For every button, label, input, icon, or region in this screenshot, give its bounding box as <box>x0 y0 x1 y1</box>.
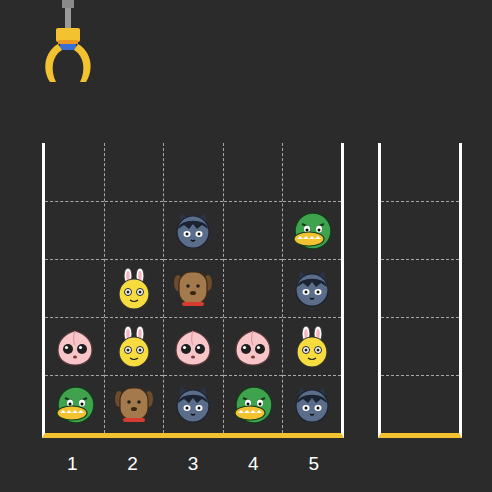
muzi-icon <box>112 325 156 369</box>
column-label: 2 <box>102 452 162 476</box>
slot <box>381 317 459 375</box>
main-bin <box>42 143 344 438</box>
neo-icon <box>171 209 215 253</box>
side-bin[interactable] <box>378 143 462 438</box>
slot <box>45 317 104 375</box>
slot <box>164 375 222 433</box>
character[interactable] <box>112 325 156 369</box>
slot <box>45 201 104 259</box>
apeach-icon <box>53 325 97 369</box>
muzi-icon <box>290 325 334 369</box>
slot <box>381 259 459 317</box>
slot <box>224 201 282 259</box>
character[interactable] <box>171 325 215 369</box>
slot <box>283 143 341 201</box>
character[interactable] <box>290 383 334 427</box>
slot <box>381 201 459 259</box>
slot <box>224 317 282 375</box>
bin-column[interactable] <box>45 143 104 433</box>
column-label: 3 <box>163 452 223 476</box>
slot <box>164 201 222 259</box>
frodo-icon <box>171 267 215 311</box>
neo-icon <box>171 383 215 427</box>
slot <box>381 375 459 433</box>
column-label: 4 <box>223 452 283 476</box>
column-label: 1 <box>42 452 102 476</box>
bin-column[interactable] <box>104 143 163 433</box>
claw-icon[interactable] <box>38 0 98 100</box>
slot <box>45 259 104 317</box>
slot <box>105 143 163 201</box>
bin-column[interactable] <box>223 143 282 433</box>
slot <box>105 259 163 317</box>
character[interactable] <box>290 267 334 311</box>
character[interactable] <box>171 267 215 311</box>
character[interactable] <box>53 325 97 369</box>
slot <box>381 143 459 201</box>
slot <box>45 375 104 433</box>
neo-icon <box>290 383 334 427</box>
slot <box>224 259 282 317</box>
slot <box>105 375 163 433</box>
character[interactable] <box>112 383 156 427</box>
muzi-icon <box>112 267 156 311</box>
character[interactable] <box>231 325 275 369</box>
slot <box>283 259 341 317</box>
slot <box>164 259 222 317</box>
character[interactable] <box>112 267 156 311</box>
neo-icon <box>290 267 334 311</box>
apeach-icon <box>171 325 215 369</box>
play-area: 12345 <box>0 143 492 476</box>
claw-area <box>0 0 492 143</box>
character[interactable] <box>171 209 215 253</box>
frodo-icon <box>112 383 156 427</box>
slot <box>283 317 341 375</box>
tube-icon <box>231 383 275 427</box>
game-screen: 12345 <box>0 0 492 492</box>
slot <box>283 201 341 259</box>
slot <box>164 317 222 375</box>
slot <box>105 201 163 259</box>
character[interactable] <box>290 209 334 253</box>
slot <box>224 143 282 201</box>
bin-column[interactable] <box>282 143 341 433</box>
character[interactable] <box>231 383 275 427</box>
tube-icon <box>53 383 97 427</box>
character[interactable] <box>171 383 215 427</box>
slot <box>45 143 104 201</box>
slot <box>224 375 282 433</box>
bin-column[interactable] <box>163 143 222 433</box>
apeach-icon <box>231 325 275 369</box>
character[interactable] <box>53 383 97 427</box>
column-label: 5 <box>284 452 344 476</box>
character[interactable] <box>290 325 334 369</box>
slot <box>283 375 341 433</box>
slot <box>105 317 163 375</box>
tube-icon <box>290 209 334 253</box>
slot <box>164 143 222 201</box>
